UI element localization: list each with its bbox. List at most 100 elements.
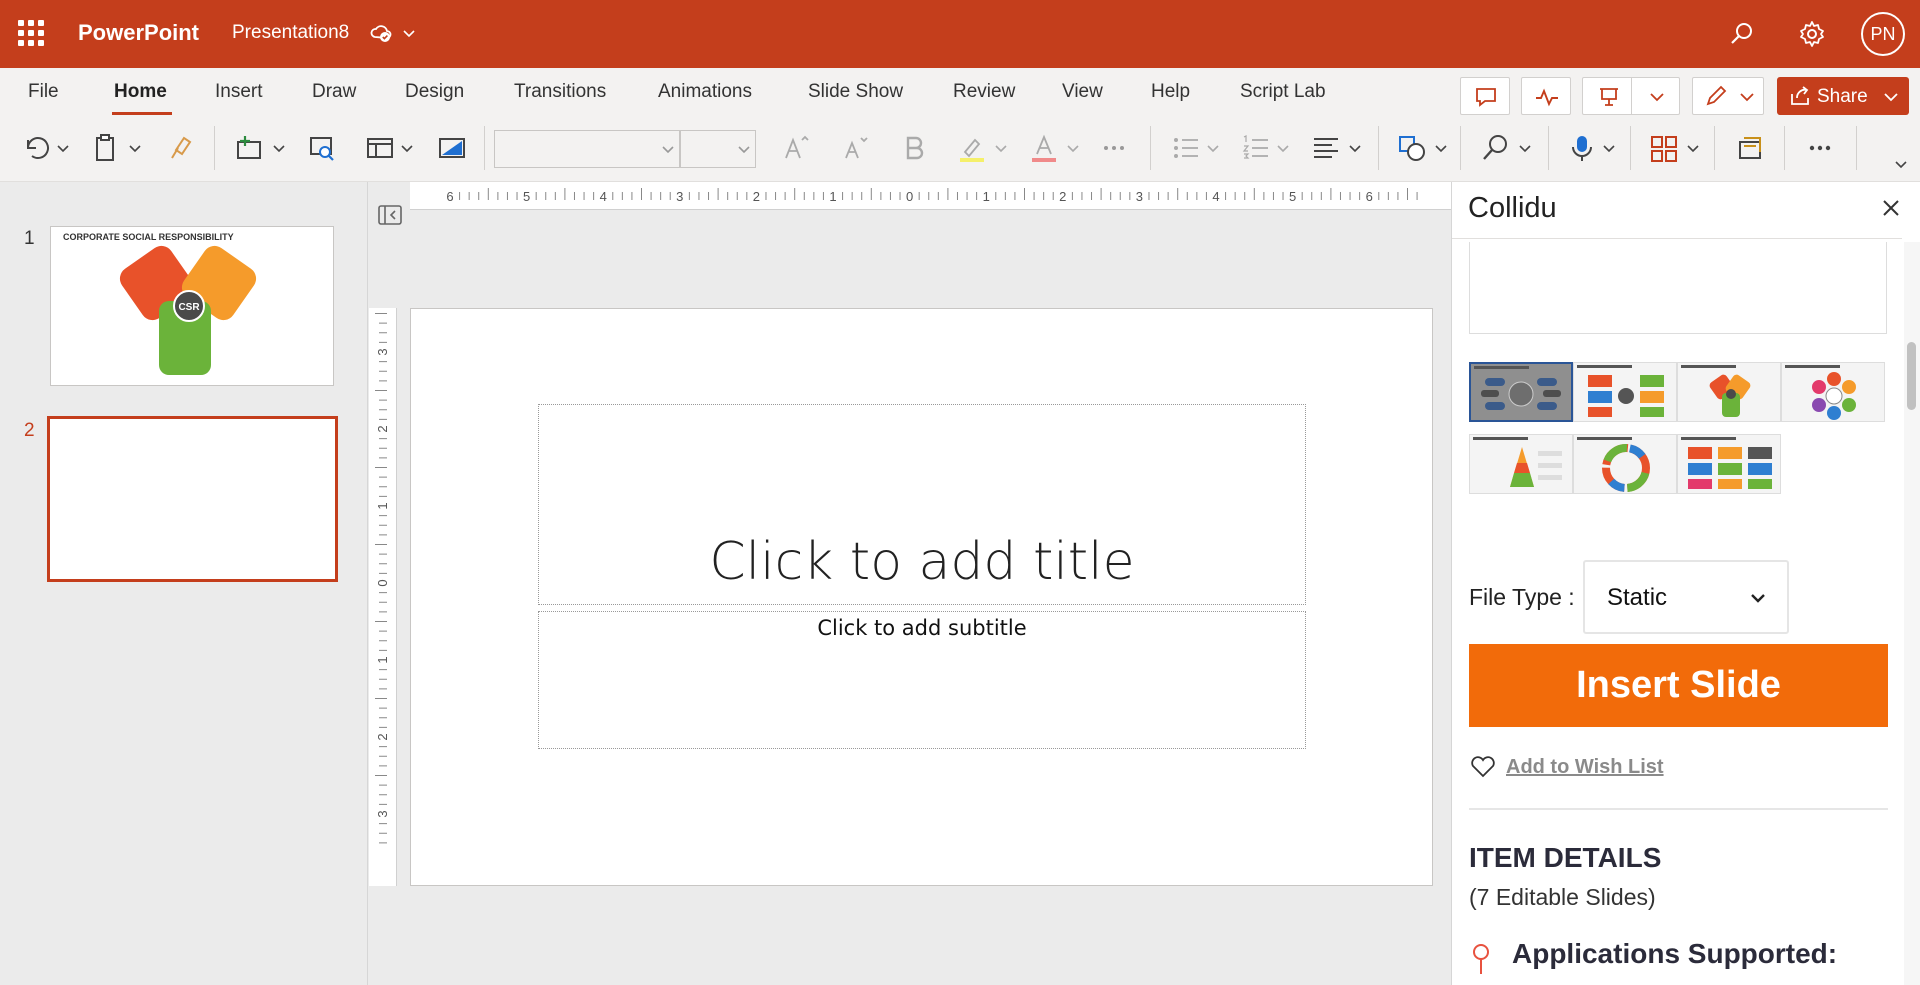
template-thumbnail[interactable] xyxy=(1573,362,1677,422)
chevron-down-icon[interactable] xyxy=(1348,142,1362,156)
chevron-down-icon[interactable] xyxy=(1276,142,1290,156)
ruler-label: 3 xyxy=(375,348,390,355)
shapes-icon[interactable] xyxy=(1396,132,1428,164)
activity-icon xyxy=(1536,88,1558,107)
ruler-label: 6 xyxy=(446,189,453,204)
tab-review[interactable]: Review xyxy=(953,81,1015,103)
template-thumbnail[interactable] xyxy=(1469,362,1573,422)
font-size-dropdown[interactable] xyxy=(680,130,756,168)
slide-canvas[interactable]: Click to add title Click to add subtitle xyxy=(410,308,1433,886)
chevron-down-icon xyxy=(662,146,674,154)
ruler-label: 0 xyxy=(375,579,390,586)
shrink-font-icon[interactable] xyxy=(840,132,872,164)
font-name-dropdown[interactable] xyxy=(494,130,680,168)
collapse-thumbnails-icon[interactable] xyxy=(373,200,407,230)
share-button[interactable]: Share xyxy=(1777,77,1909,115)
insert-slide-button[interactable]: Insert Slide xyxy=(1469,644,1888,727)
app-name[interactable]: PowerPoint xyxy=(78,20,199,46)
tab-file[interactable]: File xyxy=(28,81,59,103)
chevron-down-icon[interactable] xyxy=(1686,142,1700,156)
template-graphic xyxy=(1688,447,1772,489)
template-graphic xyxy=(1588,375,1664,417)
chevron-down-icon xyxy=(1884,93,1898,102)
close-icon[interactable] xyxy=(1879,196,1903,220)
chevron-down-icon[interactable] xyxy=(994,142,1008,156)
template-thumbnail[interactable] xyxy=(1677,434,1781,494)
paste-icon[interactable] xyxy=(90,132,122,164)
tab-draw[interactable]: Draw xyxy=(312,81,356,103)
ruler-label: 5 xyxy=(1289,189,1296,204)
new-slide-icon[interactable] xyxy=(234,132,266,164)
tab-view[interactable]: View xyxy=(1062,81,1103,103)
present-icon xyxy=(1600,88,1618,106)
editing-mode-button[interactable] xyxy=(1692,77,1764,115)
tab-slide-show[interactable]: Slide Show xyxy=(808,81,903,103)
template-thumbnail[interactable] xyxy=(1573,434,1677,494)
font-color-icon[interactable] xyxy=(1028,132,1060,164)
chevron-down-icon[interactable] xyxy=(272,142,286,156)
slide-thumbnail-2[interactable] xyxy=(47,416,338,582)
background-icon[interactable] xyxy=(436,132,468,164)
bold-icon[interactable] xyxy=(898,132,930,164)
template-graphic xyxy=(1510,447,1562,487)
cloud-saved-icon[interactable] xyxy=(370,22,392,44)
separator xyxy=(1150,126,1151,170)
slide-number: 1 xyxy=(24,228,35,249)
chevron-down-icon[interactable] xyxy=(402,26,416,40)
chevron-down-icon[interactable] xyxy=(1434,142,1448,156)
slide-thumbnail-1[interactable]: CORPORATE SOCIAL RESPONSIBILITY CSR xyxy=(50,226,334,386)
bullets-icon[interactable] xyxy=(1170,132,1202,164)
search-icon[interactable] xyxy=(1728,20,1756,48)
grow-font-icon[interactable] xyxy=(780,132,812,164)
dictate-icon[interactable] xyxy=(1566,132,1598,164)
align-icon[interactable] xyxy=(1310,132,1342,164)
template-graphic xyxy=(1481,378,1561,410)
expand-ribbon-icon[interactable] xyxy=(1894,158,1908,172)
add-to-wish-list-link[interactable]: Add to Wish List xyxy=(1506,756,1664,779)
chevron-down-icon[interactable] xyxy=(1206,142,1220,156)
avatar[interactable]: PN xyxy=(1861,12,1905,56)
template-thumbnail[interactable] xyxy=(1469,434,1573,494)
document-name[interactable]: Presentation8 xyxy=(232,22,349,44)
tab-design[interactable]: Design xyxy=(405,81,464,103)
activity-button[interactable] xyxy=(1521,77,1571,115)
title-placeholder[interactable]: Click to add title xyxy=(538,404,1306,605)
tab-animations[interactable]: Animations xyxy=(658,81,752,103)
heart-icon[interactable] xyxy=(1469,754,1497,778)
reuse-slides-icon[interactable] xyxy=(306,132,338,164)
gear-icon[interactable] xyxy=(1797,19,1827,49)
template-thumbnail[interactable] xyxy=(1677,362,1781,422)
designer-icon[interactable] xyxy=(1648,132,1680,164)
chevron-down-icon[interactable] xyxy=(1602,142,1616,156)
chevron-down-icon[interactable] xyxy=(400,142,414,156)
template-thumbnail[interactable] xyxy=(1781,362,1885,422)
chevron-down-icon[interactable] xyxy=(1066,142,1080,156)
numbering-icon[interactable] xyxy=(1240,132,1272,164)
tab-insert[interactable]: Insert xyxy=(215,81,263,103)
tab-script-lab[interactable]: Script Lab xyxy=(1240,81,1326,103)
tab-help[interactable]: Help xyxy=(1151,81,1190,103)
tab-home[interactable]: Home xyxy=(114,81,167,103)
file-type-value: Static xyxy=(1607,584,1668,611)
present-button[interactable] xyxy=(1582,77,1680,115)
app-launcher-icon[interactable] xyxy=(18,20,44,46)
template-graphic xyxy=(1709,374,1751,417)
layout-icon[interactable] xyxy=(364,132,396,164)
add-in-icon[interactable] xyxy=(1734,132,1766,164)
highlight-icon[interactable] xyxy=(956,132,988,164)
more-options-icon[interactable] xyxy=(1804,132,1836,164)
location-pin-icon xyxy=(1473,944,1489,974)
subtitle-placeholder[interactable]: Click to add subtitle xyxy=(538,611,1306,749)
chevron-down-icon[interactable] xyxy=(128,142,142,156)
pane-scrollbar-thumb[interactable] xyxy=(1907,342,1916,410)
slide-number: 2 xyxy=(24,420,35,441)
find-icon[interactable] xyxy=(1480,132,1512,164)
file-type-select[interactable]: Static xyxy=(1583,560,1789,634)
tab-transitions[interactable]: Transitions xyxy=(514,81,606,103)
chevron-down-icon[interactable] xyxy=(56,142,70,156)
comments-button[interactable] xyxy=(1460,77,1510,115)
more-font-options-icon[interactable] xyxy=(1098,132,1130,164)
chevron-down-icon[interactable] xyxy=(1518,142,1532,156)
undo-icon[interactable] xyxy=(20,132,52,164)
format-painter-icon[interactable] xyxy=(164,132,196,164)
